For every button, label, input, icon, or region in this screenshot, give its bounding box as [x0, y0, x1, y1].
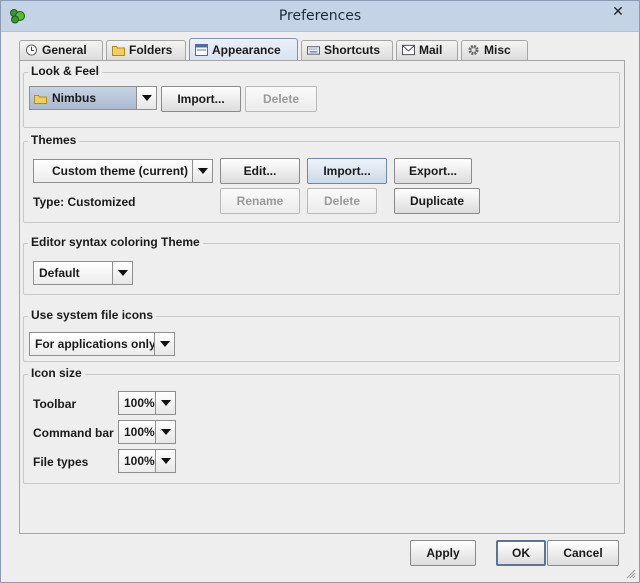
look-feel-delete-button[interactable]: Delete: [245, 86, 317, 112]
look-and-feel-select[interactable]: Nimbus: [29, 86, 157, 110]
group-title: Icon size: [28, 366, 85, 380]
command-bar-size-select[interactable]: 100%: [118, 420, 176, 444]
chevron-down-icon[interactable]: [112, 262, 132, 284]
tab-mail[interactable]: Mail: [396, 40, 458, 60]
theme-import-button[interactable]: Import...: [307, 158, 387, 184]
keyboard-icon: [307, 46, 320, 55]
theme-delete-button[interactable]: Delete: [307, 188, 377, 214]
tab-label: Appearance: [212, 43, 281, 57]
tab-label: Shortcuts: [324, 43, 381, 57]
chevron-down-icon[interactable]: [155, 450, 175, 472]
gear-icon: [468, 44, 479, 56]
syntax-theme-group: Editor syntax coloring Theme Default: [23, 235, 620, 295]
theme-value: Custom theme (current): [52, 164, 189, 178]
tab-label: General: [42, 43, 87, 57]
chevron-down-icon[interactable]: [136, 87, 156, 109]
folder-icon: [112, 46, 125, 56]
tab-label: Mail: [419, 43, 443, 57]
tab-appearance[interactable]: Appearance: [189, 38, 298, 61]
envelope-icon: [402, 44, 415, 56]
toolbar-size-label: Toolbar: [33, 397, 77, 411]
command-bar-size-label: Command bar: [33, 426, 114, 440]
file-types-size-value: 100%: [124, 454, 155, 468]
syntax-theme-select[interactable]: Default: [33, 261, 133, 285]
group-title: Use system file icons: [28, 308, 157, 322]
theme-type-label: Type: Customized: [33, 195, 136, 209]
group-title: Look & Feel: [28, 64, 103, 78]
tab-general[interactable]: General: [19, 40, 103, 60]
close-icon: ✕: [612, 3, 624, 19]
look-feel-import-button[interactable]: Import...: [161, 86, 241, 112]
file-types-size-label: File types: [33, 455, 89, 469]
tab-misc[interactable]: Misc: [461, 40, 528, 60]
syntax-theme-value: Default: [39, 266, 80, 280]
command-bar-size-value: 100%: [124, 425, 155, 439]
tab-label: Misc: [484, 43, 511, 57]
theme-duplicate-button[interactable]: Duplicate: [394, 188, 480, 214]
chevron-down-icon[interactable]: [155, 392, 175, 414]
theme-select[interactable]: Custom theme (current): [33, 159, 213, 183]
chevron-down-icon[interactable]: [154, 333, 174, 355]
clock-icon: [25, 44, 38, 56]
group-title: Editor syntax coloring Theme: [28, 235, 203, 249]
group-title: Themes: [28, 133, 80, 147]
window-icon: [195, 44, 208, 56]
icon-size-group: Icon size Toolbar 100% Command bar 100% …: [23, 366, 620, 484]
ok-button[interactable]: OK: [496, 540, 546, 566]
preferences-window: Preferences ✕ General Folders Appearance…: [0, 0, 640, 583]
system-file-icons-value: For applications only: [35, 337, 156, 351]
resize-grip-icon[interactable]: [626, 569, 636, 579]
themes-group: Themes Custom theme (current) Edit... Im…: [23, 133, 620, 223]
look-and-feel-value: Nimbus: [52, 91, 97, 105]
tab-shortcuts[interactable]: Shortcuts: [301, 40, 393, 60]
appearance-panel: Look & Feel Nimbus Import... Delete Them…: [19, 60, 625, 534]
close-button[interactable]: ✕: [603, 1, 633, 21]
chevron-down-icon[interactable]: [192, 160, 212, 182]
title-bar: Preferences ✕: [1, 1, 639, 32]
tab-label: Folders: [129, 43, 173, 57]
apply-button[interactable]: Apply: [410, 540, 476, 566]
cancel-button[interactable]: Cancel: [547, 540, 619, 566]
chevron-down-icon[interactable]: [155, 421, 175, 443]
window-title: Preferences: [278, 8, 362, 24]
toolbar-size-value: 100%: [124, 396, 155, 410]
system-file-icons-group: Use system file icons For applications o…: [23, 308, 620, 362]
skin-icon: [34, 95, 47, 104]
look-and-feel-group: Look & Feel Nimbus Import... Delete: [23, 64, 620, 128]
theme-edit-button[interactable]: Edit...: [220, 158, 300, 184]
theme-rename-button[interactable]: Rename: [220, 188, 300, 214]
file-types-size-select[interactable]: 100%: [118, 449, 176, 473]
theme-export-button[interactable]: Export...: [394, 158, 472, 184]
tab-folders[interactable]: Folders: [106, 40, 186, 60]
toolbar-size-select[interactable]: 100%: [118, 391, 176, 415]
system-file-icons-select[interactable]: For applications only: [29, 332, 175, 356]
